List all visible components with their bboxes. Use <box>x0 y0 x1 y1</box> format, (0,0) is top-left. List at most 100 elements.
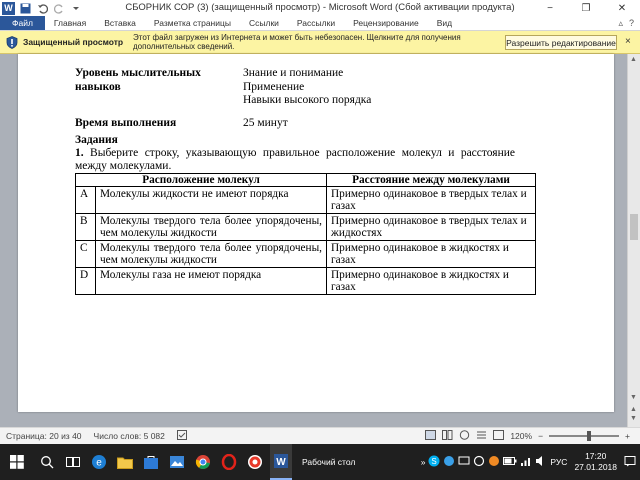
tab-references[interactable]: Ссылки <box>240 16 288 30</box>
quick-access-toolbar: W <box>0 1 140 15</box>
time-label: Время выполнения <box>75 117 177 129</box>
scroll-down-icon[interactable]: ▼ <box>630 394 637 401</box>
table-row: A Молекулы жидкости не имеют порядка При… <box>75 186 537 214</box>
header-distance: Расстояние между молекулами <box>326 173 537 187</box>
scrollbar-thumb[interactable] <box>630 214 638 240</box>
tray-app-icon[interactable] <box>443 455 455 469</box>
save-icon[interactable] <box>18 1 32 15</box>
document-workspace: Уровень мыслительных навыков Знание и по… <box>0 54 640 427</box>
ribbon-right-controls: ▵ ? <box>618 16 640 30</box>
tab-view[interactable]: Вид <box>428 16 461 30</box>
zoom-level[interactable]: 120% <box>510 431 532 441</box>
table-row: D Молекулы газа не имеют порядка Примерн… <box>75 267 537 295</box>
svg-text:S: S <box>432 457 437 466</box>
task-view-icon[interactable] <box>62 444 84 480</box>
skype-icon[interactable]: S <box>428 455 440 469</box>
answer-table: Расположение молекул Расстояние между мо… <box>74 173 537 295</box>
protected-view-banner: Защищенный просмотр Этот файл загружен и… <box>0 31 640 54</box>
outline-view-icon[interactable] <box>476 430 487 442</box>
row-distance: Примерно одинаковое в жидкостях и газах <box>326 267 537 295</box>
row-distance: Примерно одинаковое в твердых телах и га… <box>326 186 537 214</box>
opera-icon[interactable] <box>218 444 240 480</box>
tab-file[interactable]: Файл <box>0 16 45 30</box>
skill-level-item: Знание и понимание <box>243 67 344 79</box>
network-icon[interactable] <box>520 455 532 469</box>
minimize-button[interactable]: − <box>532 0 568 16</box>
table-header-row: Расположение молекул Расстояние между мо… <box>74 173 537 187</box>
next-page-icon[interactable]: ▼ <box>630 415 637 422</box>
tasks-heading: Задания <box>75 134 118 146</box>
language-icon[interactable] <box>171 430 193 442</box>
chrome-icon[interactable] <box>192 444 214 480</box>
yandex-browser-icon[interactable] <box>244 444 266 480</box>
scroll-up-icon[interactable]: ▲ <box>630 56 637 63</box>
maximize-button[interactable]: ❐ <box>568 0 604 16</box>
edge-icon[interactable]: e <box>88 444 110 480</box>
close-button[interactable]: ✕ <box>604 0 640 16</box>
view-and-zoom: 120% − + <box>425 430 630 442</box>
tray-ring-icon[interactable] <box>473 455 485 469</box>
banner-close-button[interactable]: × <box>625 36 631 47</box>
tray-orange-icon[interactable] <box>488 455 500 469</box>
draft-view-icon[interactable] <box>493 430 505 442</box>
clock-date: 27.01.2018 <box>574 462 617 472</box>
battery-icon[interactable] <box>503 456 517 468</box>
title-bar: W СБОРНИК СОР (3) (защищенный просмотр) … <box>0 0 640 16</box>
skill-levels: Знание и понимание Применение Навыки выс… <box>243 67 463 108</box>
start-windows-icon[interactable] <box>2 444 32 480</box>
table-row: C Молекулы твердого тела более упорядоче… <box>75 240 537 268</box>
enable-editing-button[interactable]: Разрешить редактирование <box>505 35 617 50</box>
tab-page-layout[interactable]: Разметка страницы <box>145 16 240 30</box>
zoom-out-button[interactable]: − <box>538 431 543 441</box>
tab-insert[interactable]: Вставка <box>95 16 145 30</box>
tab-mailings[interactable]: Рассылки <box>288 16 344 30</box>
word-count[interactable]: Число слов: 5 082 <box>88 431 171 441</box>
minimize-ribbon-icon[interactable]: ▵ <box>618 18 623 29</box>
protected-view-title: Защищенный просмотр <box>23 37 124 47</box>
print-layout-icon[interactable] <box>425 430 437 442</box>
notifications-icon[interactable] <box>624 455 636 469</box>
row-letter: D <box>75 267 96 295</box>
tray-monitor-icon[interactable] <box>458 455 470 469</box>
web-layout-icon[interactable] <box>459 430 470 442</box>
row-distance: Примерно одинаковое в жидкостях и газах <box>326 240 537 268</box>
protected-view-message[interactable]: Этот файл загружен из Интернета и может … <box>133 33 523 51</box>
ribbon-tabs: Файл Главная Вставка Разметка страницы С… <box>0 16 640 31</box>
page-counter[interactable]: Страница: 20 из 40 <box>0 431 88 441</box>
undo-icon[interactable] <box>35 1 49 15</box>
input-language[interactable]: РУС <box>550 457 567 467</box>
row-arrangement: Молекулы твердого тела более упорядочены… <box>94 213 328 241</box>
redo-icon[interactable] <box>52 1 66 15</box>
row-arrangement: Молекулы твердого тела более упорядочены… <box>94 240 328 268</box>
row-letter: A <box>75 186 96 214</box>
window-controls: − ❐ ✕ <box>532 0 640 16</box>
show-hidden-icons-icon[interactable]: » <box>421 457 426 467</box>
search-icon[interactable] <box>36 444 58 480</box>
help-icon[interactable]: ? <box>629 18 634 28</box>
vertical-scrollbar[interactable]: ▲ ▼ ▲ ▼ <box>627 54 640 427</box>
desktop-toolbar-label[interactable]: Рабочий стол <box>302 457 355 467</box>
word-logo-icon[interactable]: W <box>2 1 15 15</box>
zoom-slider-knob[interactable] <box>587 431 592 441</box>
row-arrangement: Молекулы жидкости не имеют порядка <box>94 186 328 214</box>
svg-text:e: e <box>96 458 102 469</box>
tab-review[interactable]: Рецензирование <box>344 16 428 30</box>
store-icon[interactable] <box>140 444 162 480</box>
row-distance: Примерно одинаковое в твердых телах и жи… <box>326 213 537 241</box>
reading-view-icon[interactable] <box>442 430 453 442</box>
system-tray: » S РУС 17:20 27.01.2018 <box>421 444 640 480</box>
volume-icon[interactable] <box>535 455 547 469</box>
word-taskbar-icon[interactable]: W <box>270 444 292 480</box>
time-value: 25 минут <box>243 117 288 129</box>
file-explorer-icon[interactable] <box>114 444 136 480</box>
status-bar: Страница: 20 из 40 Число слов: 5 082 120… <box>0 427 640 444</box>
zoom-slider[interactable] <box>549 431 620 441</box>
clock[interactable]: 17:20 27.01.2018 <box>574 451 617 473</box>
customize-qat-icon[interactable] <box>69 1 83 15</box>
document-page[interactable]: Уровень мыслительных навыков Знание и по… <box>18 54 614 412</box>
zoom-in-button[interactable]: + <box>625 431 630 441</box>
tab-home[interactable]: Главная <box>45 16 95 30</box>
photos-icon[interactable] <box>166 444 188 480</box>
row-letter: C <box>75 240 96 268</box>
prev-page-icon[interactable]: ▲ <box>630 406 637 413</box>
